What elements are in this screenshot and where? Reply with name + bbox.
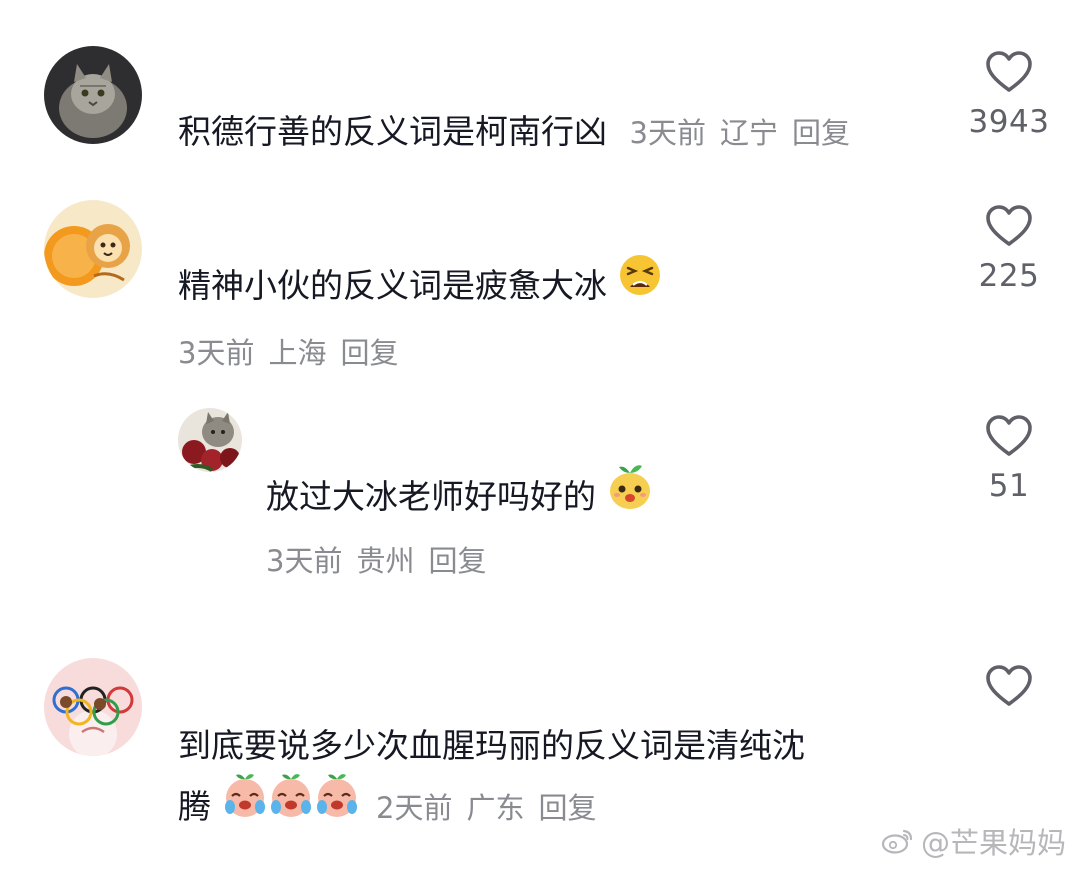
like-control: 225 <box>954 204 1064 294</box>
reply-button[interactable]: 回复 <box>428 544 486 578</box>
lion-cartoon-avatar-icon[interactable] <box>44 200 142 298</box>
like-count: 3943 <box>968 104 1050 140</box>
comment-body: 放过大冰老师好吗好的 <box>266 477 596 516</box>
crying-face-emoji-icon <box>314 773 360 838</box>
like-control: 51 <box>954 414 1064 504</box>
cat-avatar-icon[interactable] <box>44 46 142 144</box>
comment-meta: 3天前 贵州 回复 <box>266 538 500 580</box>
watermark: @芒果妈妈 <box>881 820 1066 862</box>
crying-face-emoji-icon <box>268 773 314 838</box>
heart-icon[interactable] <box>985 50 1033 94</box>
cat-roses-avatar-icon[interactable] <box>178 408 242 472</box>
like-control <box>954 664 1064 708</box>
comment-location: 贵州 <box>356 544 415 578</box>
comment-text: 积德行善的反义词是柯南行凶 3天前 辽宁 回复 <box>178 102 864 163</box>
comment-text: 放过大冰老师好吗好的 <box>266 464 653 533</box>
olympic-rings-cartoon-avatar-icon[interactable] <box>44 658 142 756</box>
comment-body: 积德行善的反义词是柯南行凶 <box>178 112 607 151</box>
like-control: 3943 <box>954 50 1064 140</box>
comment-location: 辽宁 <box>719 116 778 150</box>
comment-text-continued: 腾 2天前 广东 回复 <box>178 773 610 841</box>
heart-icon[interactable] <box>985 414 1033 458</box>
comment-meta: 2天前 广东 回复 <box>376 791 610 825</box>
comment-body-line-2: 腾 <box>178 787 211 826</box>
comment-time: 2天前 <box>376 791 453 825</box>
comment-time: 3天前 <box>629 116 706 150</box>
weibo-logo-icon <box>881 829 913 854</box>
comment-meta: 3天前 辽宁 回复 <box>630 116 864 150</box>
tired-face-emoji-icon <box>618 253 662 316</box>
like-count: 225 <box>978 258 1040 294</box>
reply-button[interactable]: 回复 <box>538 791 596 825</box>
comment-body-line-1: 到底要说多少次血腥玛丽的反义词是清纯沈 <box>178 726 805 765</box>
heart-icon[interactable] <box>985 204 1033 248</box>
sprout-face-emoji-icon <box>607 461 653 530</box>
reply-button[interactable]: 回复 <box>792 116 850 150</box>
comment-item: 积德行善的反义词是柯南行凶 3天前 辽宁 回复 3943 <box>0 0 1080 180</box>
comment-time: 3天前 <box>178 336 255 370</box>
like-count: 51 <box>988 468 1030 504</box>
watermark-text: @芒果妈妈 <box>920 826 1066 860</box>
heart-icon[interactable] <box>985 664 1033 708</box>
crying-face-emoji-icon <box>222 773 268 838</box>
comment-meta: 3天前 上海 回复 <box>178 330 412 372</box>
reply-button[interactable]: 回复 <box>340 336 398 370</box>
comment-text: 到底要说多少次血腥玛丽的反义词是清纯沈 <box>178 716 805 776</box>
comment-item: 精神小伙的反义词是疲惫大冰 3天前 上海 回复 225 <box>0 180 1080 390</box>
comment-location: 广东 <box>466 791 525 825</box>
comment-time: 3天前 <box>266 544 343 578</box>
comment-text: 精神小伙的反义词是疲惫大冰 <box>178 253 662 319</box>
comment-body: 精神小伙的反义词是疲惫大冰 <box>178 266 607 305</box>
comment-location: 上海 <box>268 336 327 370</box>
reply-item: 放过大冰老师好吗好的 3天前 贵州 回复 51 <box>0 390 1080 630</box>
